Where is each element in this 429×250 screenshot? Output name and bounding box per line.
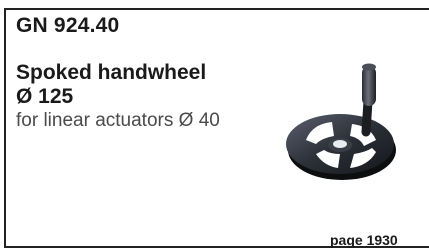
product-code: GN 924.40	[16, 14, 120, 37]
product-subtitle: for linear actuators Ø 40	[16, 110, 220, 131]
product-name-line1: Spoked handwheel	[16, 61, 207, 84]
product-name: Spoked handwheel Ø 125	[16, 61, 206, 109]
page-reference: page 1930	[330, 232, 398, 248]
product-diameter: Ø 125	[16, 85, 74, 108]
handwheel-image	[286, 63, 396, 180]
